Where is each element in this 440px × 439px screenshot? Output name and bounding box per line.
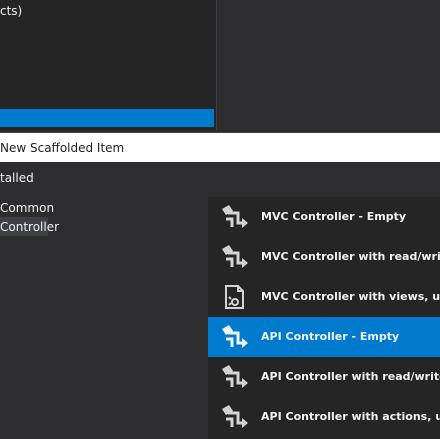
template-item-api-empty[interactable]: API Controller - Empty [208,317,440,357]
template-item-label: MVC Controller with read/write [261,250,440,263]
template-item-label: MVC Controller with views, using [261,290,440,303]
template-item-api-actions[interactable]: API Controller with actions, using [208,397,440,437]
template-item-mvc-empty[interactable]: MVC Controller - Empty [208,197,440,237]
controller-icon [222,325,248,348]
background-right-panel [217,0,440,130]
tree-item-installed[interactable]: talled [0,171,34,185]
template-list: MVC Controller - Empty MVC Controller wi… [208,197,440,439]
controller-icon [222,205,248,228]
template-item-mvc-views[interactable]: MVC Controller with views, using [208,277,440,317]
controller-icon [222,365,248,388]
template-item-label: API Controller - Empty [261,330,400,343]
tree-item-controller[interactable]: Controller [0,217,59,236]
background-menu-panel: cts) [0,0,216,130]
tree-item-controller-label: Controller [0,220,60,234]
dialog-title: New Scaffolded Item [0,141,125,155]
dialog-title-bar[interactable]: New Scaffolded Item [0,132,440,162]
background-menu-text: cts) [0,4,23,18]
controller-icon [222,245,248,268]
controller-icon [222,405,248,428]
template-item-label: API Controller with actions, using [261,410,440,423]
template-item-mvc-read-write[interactable]: MVC Controller with read/write [208,237,440,277]
document-gear-icon [225,285,244,309]
background-menu-selection[interactable] [0,109,214,127]
template-item-api-read-write[interactable]: API Controller with read/write a [208,357,440,397]
tree-item-common[interactable]: Common [0,201,54,215]
template-item-label: API Controller with read/write a [261,370,440,383]
template-item-label: MVC Controller - Empty [261,210,406,223]
